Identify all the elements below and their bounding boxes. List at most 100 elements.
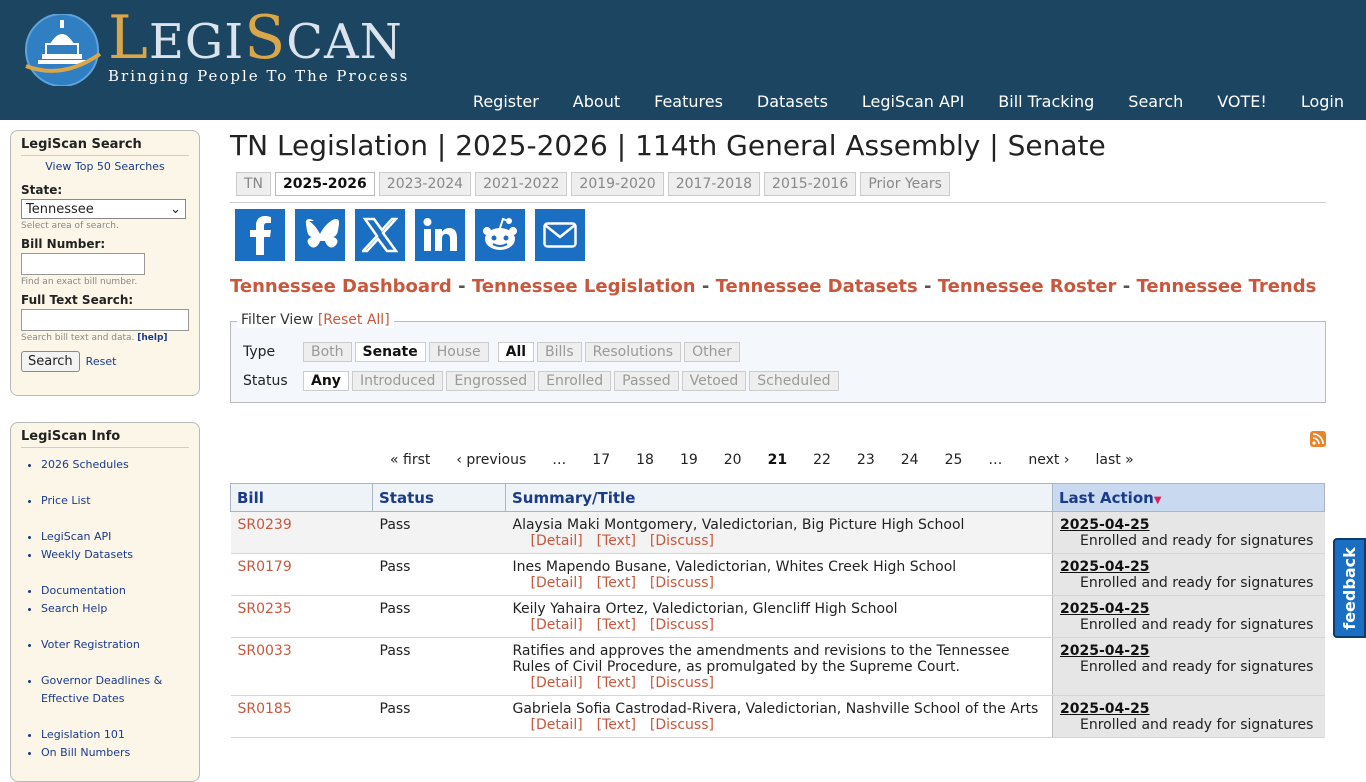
bill-detail-link[interactable]: [Detail] [531, 533, 583, 549]
bill-text-link[interactable]: [Text] [597, 717, 636, 733]
nav-features[interactable]: Features [654, 92, 723, 111]
filter-status-chip[interactable]: Introduced [351, 371, 444, 391]
share-linkedin-button[interactable] [415, 209, 465, 261]
filter-status-chip[interactable]: Any [303, 371, 349, 391]
share-bluesky-button[interactable] [295, 209, 345, 261]
nav-login[interactable]: Login [1301, 92, 1344, 111]
pager-link[interactable]: … [988, 452, 1002, 468]
bill-discuss-link[interactable]: [Discuss] [650, 533, 714, 549]
session-tab[interactable]: 2017-2018 [667, 172, 761, 196]
session-tab[interactable]: 2025-2026 [275, 172, 375, 196]
bill-number-link[interactable]: SR0239 [238, 517, 292, 533]
pager-link[interactable]: « first [390, 452, 430, 468]
pager-link[interactable]: 17 [592, 452, 610, 468]
session-tab[interactable]: 2023-2024 [378, 172, 472, 196]
session-tab[interactable]: 2015-2016 [764, 172, 857, 196]
info-item[interactable]: Voter Registration [41, 636, 189, 654]
last-action-date[interactable]: 2025-04-25 [1060, 701, 1318, 717]
filter-status-chip[interactable]: Passed [614, 371, 679, 391]
info-item[interactable]: Price List [41, 492, 189, 510]
last-action-date[interactable]: 2025-04-25 [1060, 601, 1318, 617]
info-item[interactable]: Search Help [41, 600, 189, 618]
pager-link[interactable]: 23 [857, 452, 875, 468]
last-action-date[interactable]: 2025-04-25 [1060, 559, 1318, 575]
rss-icon[interactable] [1310, 431, 1326, 447]
legiscan-logo[interactable]: LEGISCAN Bringing People To The Process [22, 8, 442, 90]
pager-link[interactable]: … [552, 452, 566, 468]
bill-text-link[interactable]: [Text] [597, 617, 636, 633]
col-last-action-header[interactable]: Last Action▼ [1052, 483, 1325, 512]
info-item[interactable]: Documentation [41, 582, 189, 600]
state-select[interactable]: Tennessee ⌄ [21, 199, 186, 219]
pager-link[interactable]: 22 [813, 452, 831, 468]
bill-number-input[interactable] [21, 253, 145, 275]
pager-link[interactable]: 19 [680, 452, 698, 468]
filter-status-chip[interactable]: Vetoed [681, 371, 747, 391]
bill-text-link[interactable]: [Text] [597, 675, 636, 691]
share-email-button[interactable] [535, 209, 585, 261]
help-link[interactable]: [help] [137, 333, 167, 343]
bill-detail-link[interactable]: [Detail] [531, 617, 583, 633]
state-link[interactable]: Tennessee Datasets [716, 276, 918, 297]
filter-kind-chip[interactable]: Resolutions [584, 342, 682, 362]
pager-link[interactable]: next › [1028, 452, 1069, 468]
state-link[interactable]: Tennessee Legislation [472, 276, 696, 297]
nav-search[interactable]: Search [1128, 92, 1183, 111]
full-text-input[interactable] [21, 309, 189, 331]
bill-discuss-link[interactable]: [Discuss] [650, 675, 714, 691]
info-item[interactable]: LegiScan API [41, 528, 189, 546]
col-bill-header[interactable]: Bill [230, 483, 373, 512]
bill-detail-link[interactable]: [Detail] [531, 717, 583, 733]
bill-discuss-link[interactable]: [Discuss] [650, 575, 714, 591]
share-reddit-button[interactable] [475, 209, 525, 261]
top-50-searches-link[interactable]: View Top 50 Searches [21, 160, 189, 173]
nav-datasets[interactable]: Datasets [757, 92, 828, 111]
feedback-tab[interactable]: feedback [1333, 538, 1366, 638]
session-tab[interactable]: TN [236, 172, 272, 196]
reset-all-link[interactable]: [Reset All] [318, 312, 390, 328]
filter-status-chip[interactable]: Scheduled [749, 371, 839, 391]
pager-link[interactable]: 25 [945, 452, 963, 468]
pager-link[interactable]: ‹ previous [456, 452, 526, 468]
search-button[interactable]: Search [21, 351, 80, 372]
bill-discuss-link[interactable]: [Discuss] [650, 717, 714, 733]
pager-link[interactable]: 20 [724, 452, 742, 468]
pager-link[interactable]: last » [1095, 452, 1133, 468]
info-item[interactable]: 2026 Schedules [41, 456, 189, 474]
bill-number-link[interactable]: SR0179 [238, 559, 292, 575]
filter-status-chip[interactable]: Engrossed [446, 371, 536, 391]
session-tab[interactable]: 2021-2022 [475, 172, 568, 196]
nav-bill-tracking[interactable]: Bill Tracking [998, 92, 1094, 111]
info-item[interactable]: Governor Deadlines & Effective Dates [41, 672, 189, 708]
filter-chamber-chip[interactable]: House [428, 342, 489, 362]
pager-link[interactable]: 24 [901, 452, 919, 468]
bill-number-link[interactable]: SR0033 [238, 643, 292, 659]
bill-discuss-link[interactable]: [Discuss] [650, 617, 714, 633]
info-item[interactable]: Legislation 101 [41, 726, 189, 744]
filter-chamber-chip[interactable]: Senate [354, 342, 426, 362]
session-tab[interactable]: Prior Years [860, 172, 950, 196]
session-tab[interactable]: 2019-2020 [571, 172, 664, 196]
bill-detail-link[interactable]: [Detail] [531, 675, 583, 691]
info-item[interactable]: Weekly Datasets [41, 546, 189, 564]
last-action-date[interactable]: 2025-04-25 [1060, 643, 1318, 659]
state-link[interactable]: Tennessee Roster [938, 276, 1117, 297]
last-action-date[interactable]: 2025-04-25 [1060, 517, 1318, 533]
bill-number-link[interactable]: SR0185 [238, 701, 292, 717]
filter-chamber-chip[interactable]: Both [303, 342, 352, 362]
share-facebook-button[interactable] [235, 209, 285, 261]
state-link[interactable]: Tennessee Trends [1136, 276, 1316, 297]
pager-current-page[interactable]: 21 [768, 452, 787, 468]
nav-about[interactable]: About [573, 92, 620, 111]
filter-kind-chip[interactable]: All [497, 342, 535, 362]
col-status-header[interactable]: Status [372, 483, 506, 512]
bill-text-link[interactable]: [Text] [597, 575, 636, 591]
bill-number-link[interactable]: SR0235 [238, 601, 292, 617]
nav-register[interactable]: Register [473, 92, 539, 111]
nav-vote[interactable]: VOTE! [1217, 92, 1267, 111]
bill-detail-link[interactable]: [Detail] [531, 575, 583, 591]
col-summary-header[interactable]: Summary/Title [505, 483, 1053, 512]
reset-link[interactable]: Reset [86, 355, 117, 368]
info-item[interactable]: On Bill Numbers [41, 744, 189, 762]
pager-link[interactable]: 18 [636, 452, 654, 468]
